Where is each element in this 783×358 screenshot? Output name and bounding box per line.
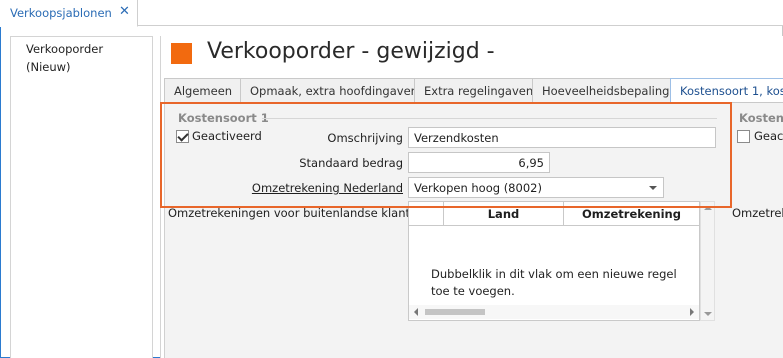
activated-checkbox-2[interactable] bbox=[737, 130, 750, 143]
grid-header-indicator bbox=[409, 202, 444, 226]
tab-algemeen[interactable]: Algemeen bbox=[164, 78, 241, 102]
grid-empty-hint: Dubbelklik in dit vlak om een nieuwe reg… bbox=[431, 267, 677, 298]
group-title-kostensoort-2: Kostens bbox=[739, 111, 783, 125]
grid-header: Land Omzetrekening bbox=[409, 202, 699, 226]
scroll-down-icon[interactable] bbox=[704, 312, 712, 316]
description-label: Omschrijving bbox=[327, 131, 403, 145]
document-tab[interactable]: Verkoopsjablonen ✕ bbox=[0, 0, 138, 27]
tab-bar: Algemeen Opmaak, extra hoofdingaven Extr… bbox=[161, 78, 783, 103]
chevron-down-icon bbox=[649, 186, 657, 190]
tab-opmaak[interactable]: Opmaak, extra hoofdingaven bbox=[240, 78, 415, 102]
close-icon[interactable]: ✕ bbox=[119, 4, 130, 19]
tab-hoeveelheidsbepaling[interactable]: Hoeveelheidsbepaling bbox=[532, 78, 671, 102]
group-title-kostensoort-1: Kostensoort 1 bbox=[178, 111, 269, 125]
tab-extra-regelingaven[interactable]: Extra regelingaven bbox=[414, 78, 533, 102]
vertical-scrollbar[interactable] bbox=[700, 201, 715, 321]
page-title: Verkooporder - gewijzigd - bbox=[207, 39, 495, 64]
tab-kostensoort[interactable]: Kostensoort 1, kost bbox=[670, 78, 783, 103]
amount-label: Standaard bedrag bbox=[299, 156, 403, 170]
sidebar: Verkooporder (Nieuw) bbox=[10, 36, 153, 358]
horizontal-scrollbar[interactable] bbox=[409, 305, 699, 319]
square-icon bbox=[171, 43, 192, 64]
column-header-land[interactable]: Land bbox=[444, 202, 564, 226]
scroll-left-icon[interactable] bbox=[414, 308, 418, 316]
account-select[interactable]: Verkopen hoog (8002) bbox=[408, 177, 664, 198]
document-tab-strip: Verkoopsjablonen ✕ bbox=[0, 0, 783, 27]
activated-label-2: Geact bbox=[754, 129, 783, 143]
scroll-up-icon[interactable] bbox=[704, 206, 712, 210]
account-link[interactable]: Omzetrekening Nederland bbox=[240, 181, 403, 195]
foreign-accounts-label-2: Omzetrek bbox=[732, 206, 783, 220]
scroll-right-icon[interactable] bbox=[690, 308, 694, 316]
group-divider bbox=[262, 118, 717, 119]
activated-label: Geactiveerd bbox=[192, 129, 262, 143]
scrollbar-thumb[interactable] bbox=[425, 309, 485, 315]
account-select-value: Verkopen hoog (8002) bbox=[414, 181, 542, 195]
description-field[interactable]: Verzendkosten bbox=[408, 127, 716, 148]
activated-checkbox[interactable] bbox=[176, 130, 189, 143]
sidebar-item-verkooporder[interactable]: Verkooporder (Nieuw) bbox=[26, 40, 146, 76]
foreign-accounts-grid[interactable]: Land Omzetrekening Dubbelklik in dit vla… bbox=[408, 201, 700, 321]
column-header-omzetrekening[interactable]: Omzetrekening bbox=[564, 202, 699, 226]
foreign-accounts-label: Omzetrekeningen voor buitenlandse klante… bbox=[168, 206, 425, 220]
document-tab-label: Verkoopsjablonen bbox=[10, 6, 112, 20]
amount-field[interactable]: 6,95 bbox=[408, 152, 550, 173]
